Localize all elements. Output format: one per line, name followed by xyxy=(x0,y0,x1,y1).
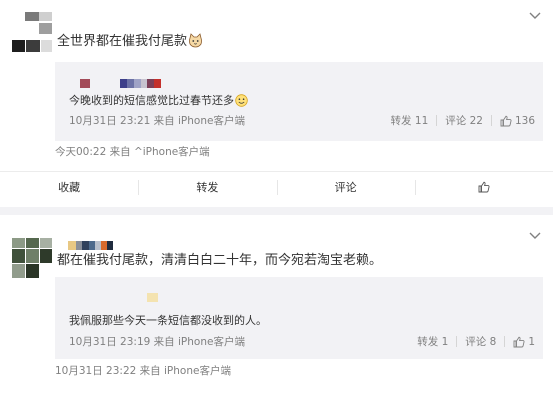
post-toolbar: 收藏 转发 评论 xyxy=(0,171,553,202)
quoted-like-count: 1 xyxy=(528,335,535,348)
feed-post: 都在催我付尾款，清清白白二十年，而今宛若淘宝老赖。 我佩服那些今天一条短信都没收… xyxy=(0,215,553,403)
quoted-repost-link[interactable]: 转发 11 xyxy=(391,113,429,128)
quoted-like-button[interactable]: 1 xyxy=(513,336,535,348)
quoted-actions: 转发 1 评论 8 1 xyxy=(417,334,535,349)
post-time[interactable]: 今天00:22 xyxy=(55,146,106,158)
smile-face-icon xyxy=(235,94,248,107)
divider xyxy=(456,336,458,347)
feed-post: 全世界都在催我付尾款 今晚收到的短信感觉比过春节还多 10月31日 23:21 … xyxy=(0,0,553,207)
quoted-text-content: 今晚收到的短信感觉比过春节还多 xyxy=(69,94,234,107)
comment-button[interactable]: 评论 xyxy=(276,172,415,202)
quoted-author[interactable] xyxy=(80,79,161,88)
quoted-author[interactable] xyxy=(147,293,158,302)
quoted-text: 今晚收到的短信感觉比过春节还多 xyxy=(69,92,248,108)
avatar[interactable] xyxy=(12,12,52,52)
quoted-time[interactable]: 10月31日 23:19 xyxy=(69,336,150,348)
post-source: 来自 ^iPhone客户端 xyxy=(109,146,210,158)
quoted-repost-link[interactable]: 转发 1 xyxy=(417,334,448,349)
thumbs-up-icon xyxy=(500,115,512,127)
divider xyxy=(436,115,438,126)
repost-label: 转发 xyxy=(196,181,219,194)
quoted-comment-link[interactable]: 评论 8 xyxy=(465,334,496,349)
like-button[interactable] xyxy=(414,172,553,202)
thumbs-up-icon xyxy=(513,336,525,348)
quoted-text: 我佩服那些今天一条短信都没收到的人。 xyxy=(69,314,267,327)
divider xyxy=(504,336,506,347)
quoted-time[interactable]: 10月31日 23:21 xyxy=(69,115,150,127)
quoted-actions: 转发 11 评论 22 136 xyxy=(391,113,535,128)
quoted-like-button[interactable]: 136 xyxy=(500,115,535,127)
post-meta: 今天00:22 来自 ^iPhone客户端 xyxy=(55,144,210,159)
divider xyxy=(490,115,492,126)
quoted-like-count: 136 xyxy=(514,114,535,127)
post-time[interactable]: 10月31日 23:22 xyxy=(55,365,136,377)
comment-label: 评论 xyxy=(334,181,357,194)
collect-button[interactable]: 收藏 xyxy=(0,172,138,202)
feed-separator xyxy=(0,207,553,215)
thumbs-up-icon xyxy=(478,181,490,193)
retweet-card[interactable]: 今晚收到的短信感觉比过春节还多 10月31日 23:21 来自 iPhone客户… xyxy=(55,62,543,141)
quoted-source: 来自 iPhone客户端 xyxy=(153,336,245,348)
quoted-meta: 10月31日 23:19 来自 iPhone客户端 xyxy=(69,334,245,349)
collect-label: 收藏 xyxy=(58,181,81,194)
post-text: 全世界都在催我付尾款 xyxy=(57,30,203,49)
cat-face-icon xyxy=(188,33,203,48)
quoted-meta: 10月31日 23:21 来自 iPhone客户端 xyxy=(69,113,245,128)
post-text-content: 全世界都在催我付尾款 xyxy=(57,34,188,49)
quoted-comment-link[interactable]: 评论 22 xyxy=(445,113,483,128)
avatar[interactable] xyxy=(12,238,52,278)
chevron-down-icon[interactable] xyxy=(529,12,541,20)
repost-button[interactable]: 转发 xyxy=(138,172,276,202)
post-source: 来自 iPhone客户端 xyxy=(139,365,231,377)
quoted-source: 来自 iPhone客户端 xyxy=(153,115,245,127)
post-text: 都在催我付尾款，清清白白二十年，而今宛若淘宝老赖。 xyxy=(57,253,383,268)
retweet-card[interactable]: 我佩服那些今天一条短信都没收到的人。 10月31日 23:19 来自 iPhon… xyxy=(55,277,543,359)
post-meta: 10月31日 23:22 来自 iPhone客户端 xyxy=(55,363,231,378)
chevron-down-icon[interactable] xyxy=(529,232,541,240)
